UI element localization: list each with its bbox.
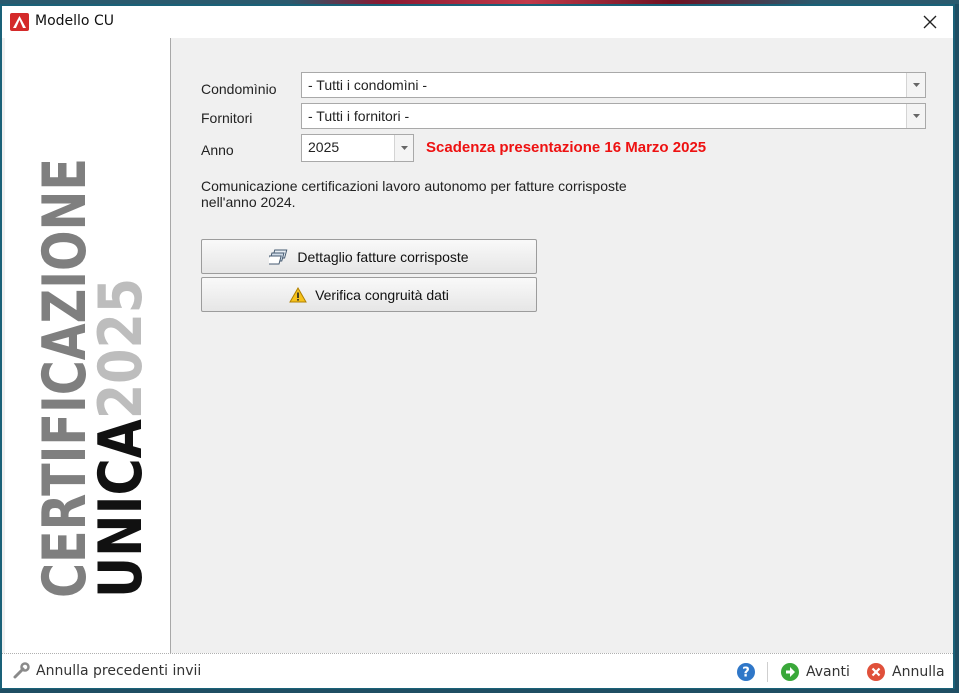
brand-year: 2025: [86, 278, 155, 419]
invoices-icon: [269, 249, 288, 264]
fornitori-select[interactable]: - Tutti i fornitori -: [301, 103, 926, 129]
brand-panel: CERTIFICAZIONE UNICA2025: [5, 38, 171, 653]
annulla-precedenti-label: Annulla precedenti invii: [36, 663, 202, 679]
description-line1: Comunicazione certificazioni lavoro auto…: [201, 178, 627, 194]
app-logo-icon: [10, 13, 29, 31]
title-bar: Modello CU: [2, 6, 953, 38]
condominio-label: Condomìnio: [201, 81, 277, 97]
anno-select[interactable]: 2025: [301, 134, 414, 162]
anno-value: 2025: [308, 139, 340, 155]
annulla-precedenti-button[interactable]: Annulla precedenti invii: [12, 662, 201, 680]
svg-text:?: ?: [742, 666, 750, 681]
deadline-notice: Scadenza presentazione 16 Marzo 2025: [426, 139, 707, 156]
warning-icon: [289, 286, 307, 302]
status-bar: Annulla precedenti invii ? Avanti Annull…: [2, 653, 953, 688]
dialog-window: Modello CU CERTIFICAZIONE UNICA2025 Cond…: [0, 4, 955, 689]
verifica-congruita-button[interactable]: Verifica congruità dati: [201, 277, 537, 312]
close-icon: [923, 15, 937, 29]
dettaglio-fatture-label: Dettaglio fatture corrisposte: [297, 248, 469, 265]
next-arrow-icon: [781, 663, 799, 681]
separator: [767, 662, 768, 682]
fornitori-value: - Tutti i fornitori -: [308, 108, 410, 124]
description-line2: nell'anno 2024.: [201, 194, 296, 210]
chevron-down-icon[interactable]: [906, 104, 925, 128]
help-button[interactable]: ?: [736, 662, 756, 682]
close-button[interactable]: [907, 6, 953, 38]
chevron-down-icon[interactable]: [394, 135, 413, 161]
help-icon: ?: [737, 663, 755, 681]
brand-line2: UNICA2025: [86, 278, 155, 598]
annulla-label: Annulla: [892, 664, 945, 680]
anno-label: Anno: [201, 142, 234, 158]
dettaglio-fatture-button[interactable]: Dettaglio fatture corrisposte: [201, 239, 537, 274]
condominio-select[interactable]: - Tutti i condomìni -: [301, 72, 926, 98]
wrench-icon: [13, 662, 30, 679]
brand-logo: CERTIFICAZIONE UNICA2025: [35, 158, 155, 598]
fornitori-label: Fornitori: [201, 110, 253, 126]
chevron-down-icon[interactable]: [906, 73, 925, 97]
avanti-button[interactable]: Avanti: [780, 662, 850, 682]
brand-unica: UNICA: [86, 419, 155, 598]
window-title: Modello CU: [35, 13, 114, 29]
avanti-label: Avanti: [806, 664, 850, 680]
verifica-congruita-label: Verifica congruità dati: [315, 286, 449, 303]
annulla-button[interactable]: Annulla: [866, 662, 945, 682]
condominio-value: - Tutti i condomìni -: [308, 77, 428, 93]
description: Comunicazione certificazioni lavoro auto…: [201, 178, 721, 210]
main-content: Condomìnio - Tutti i condomìni - Fornito…: [171, 38, 953, 653]
cancel-icon: [867, 663, 885, 681]
